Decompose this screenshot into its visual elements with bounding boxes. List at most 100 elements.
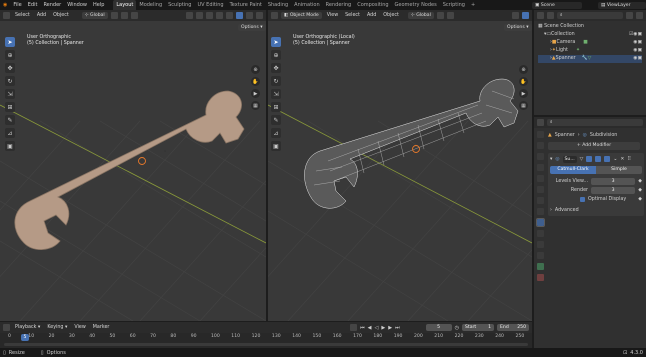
move-tool-icon[interactable]: ✥ bbox=[5, 63, 15, 73]
ortho-toggle-icon[interactable]: ▦ bbox=[251, 101, 260, 110]
render-icon[interactable] bbox=[604, 156, 611, 162]
play-icon[interactable]: ▶ bbox=[381, 325, 385, 331]
new-collection-icon[interactable] bbox=[636, 12, 643, 19]
display-mode-icon[interactable] bbox=[547, 12, 554, 19]
rendered-shading-icon[interactable] bbox=[256, 12, 263, 19]
on-cage-icon[interactable]: ▽ bbox=[580, 157, 584, 162]
menu-view[interactable]: View bbox=[72, 325, 87, 330]
editor-type-icon[interactable] bbox=[271, 12, 278, 19]
camera-render-icon[interactable]: ▣ bbox=[637, 55, 642, 63]
jump-start-icon[interactable]: ⏮ bbox=[360, 325, 365, 331]
view-layer-tab-icon[interactable] bbox=[537, 164, 544, 171]
wrench-solid[interactable] bbox=[0, 21, 266, 321]
camera-view-icon[interactable]: ▶ bbox=[251, 89, 260, 98]
keyframe-icon[interactable]: ◆ bbox=[638, 197, 642, 202]
tab-layout[interactable]: Layout bbox=[113, 0, 137, 10]
measure-tool-icon[interactable]: ⊿ bbox=[5, 128, 15, 138]
add-workspace-button[interactable]: + bbox=[468, 0, 478, 10]
add-modifier-button[interactable]: + Add Modifier bbox=[548, 142, 640, 150]
editmode-icon[interactable] bbox=[586, 156, 593, 162]
record-icon[interactable] bbox=[350, 324, 358, 331]
collection-row[interactable]: ▾ ▭ Collection ☑ ◉ ▣ bbox=[538, 31, 642, 39]
overlay-icon[interactable] bbox=[206, 12, 213, 19]
tab-sculpting[interactable]: Sculpting bbox=[165, 0, 194, 10]
xray-icon[interactable] bbox=[216, 12, 223, 19]
end-frame-field[interactable]: End 250 bbox=[497, 324, 529, 331]
outliner-item-camera[interactable]: › ■ Camera ■ ◉ ▣ bbox=[538, 39, 642, 47]
modifier-tab-icon[interactable] bbox=[536, 218, 545, 227]
tab-geometry-nodes[interactable]: Geometry Nodes bbox=[392, 0, 440, 10]
tab-scripting[interactable]: Scripting bbox=[440, 0, 468, 10]
keyframe-icon[interactable]: ◆ bbox=[638, 179, 642, 184]
physics-tab-icon[interactable] bbox=[537, 241, 544, 248]
tab-compositing[interactable]: Compositing bbox=[354, 0, 391, 10]
timeline-scrollbar[interactable] bbox=[4, 343, 528, 346]
world-tab-icon[interactable] bbox=[537, 186, 544, 193]
play-reverse-icon[interactable]: ◁ bbox=[375, 325, 379, 331]
tool-tab-icon[interactable] bbox=[537, 131, 544, 138]
menu-playback[interactable]: Playback ▾ bbox=[13, 325, 42, 330]
advanced-subpanel[interactable]: › Advanced bbox=[550, 206, 642, 214]
optimal-display-row[interactable]: Optimal Display ◆ bbox=[550, 195, 642, 203]
menu-file[interactable]: File bbox=[10, 0, 24, 10]
transform-tool-icon[interactable]: ⊞ bbox=[5, 102, 15, 112]
options-button[interactable]: Options ▾ bbox=[238, 24, 266, 31]
editor-type-icon[interactable] bbox=[537, 119, 544, 126]
menu-select[interactable]: Select bbox=[343, 13, 362, 18]
menu-edit[interactable]: Edit bbox=[25, 0, 41, 10]
method-simple[interactable]: Simple bbox=[596, 166, 642, 174]
tab-rendering[interactable]: Rendering bbox=[323, 0, 355, 10]
menu-add[interactable]: Add bbox=[365, 13, 378, 18]
scene-selector[interactable]: ▣ Scene bbox=[532, 1, 582, 9]
move-tool-icon[interactable]: ✥ bbox=[271, 63, 281, 73]
add-cube-tool-icon[interactable]: ▣ bbox=[271, 141, 281, 151]
collapse-icon[interactable]: ▾ bbox=[550, 157, 552, 162]
scene-tab-icon[interactable] bbox=[537, 175, 544, 182]
pivot-icon[interactable] bbox=[436, 12, 444, 19]
annotate-tool-icon[interactable]: ✎ bbox=[271, 115, 281, 125]
material-tab-icon[interactable] bbox=[537, 274, 544, 281]
dropdown-icon[interactable]: ⌄ bbox=[613, 157, 617, 162]
proportional-icon[interactable] bbox=[130, 12, 138, 19]
mode-dropdown[interactable]: ◧ Object Mode bbox=[281, 12, 322, 19]
tab-uv-editing[interactable]: UV Editing bbox=[194, 0, 226, 10]
hand-pan-icon[interactable]: ✋ bbox=[251, 77, 260, 86]
snap-icon[interactable] bbox=[446, 12, 454, 19]
modifier-name-field[interactable]: Su... bbox=[562, 155, 577, 163]
output-tab-icon[interactable] bbox=[537, 153, 544, 160]
tab-animation[interactable]: Animation bbox=[291, 0, 323, 10]
orientation-dropdown[interactable]: ⊹ Global bbox=[407, 12, 434, 19]
object-tab-icon[interactable] bbox=[537, 208, 544, 215]
ortho-toggle-icon[interactable]: ▦ bbox=[519, 101, 528, 110]
wireframe-shading-icon[interactable] bbox=[226, 12, 233, 19]
menu-help[interactable]: Help bbox=[90, 0, 107, 10]
drag-handle-icon[interactable]: ⠿ bbox=[627, 157, 631, 162]
data-tab-icon[interactable] bbox=[537, 263, 544, 270]
transform-tool-icon[interactable]: ⊞ bbox=[271, 102, 281, 112]
properties-search-input[interactable]: ⌕ bbox=[547, 119, 643, 126]
material-shading-icon[interactable] bbox=[246, 12, 253, 19]
scene-collection-row[interactable]: ▦ Scene Collection bbox=[538, 23, 642, 31]
menu-render[interactable]: Render bbox=[40, 0, 64, 10]
measure-tool-icon[interactable]: ⊿ bbox=[271, 128, 281, 138]
scale-tool-icon[interactable]: ⇲ bbox=[5, 89, 15, 99]
editor-type-icon[interactable] bbox=[3, 12, 10, 19]
add-cube-tool-icon[interactable]: ▣ bbox=[5, 141, 15, 151]
cursor-tool-icon[interactable]: ⊕ bbox=[5, 50, 15, 60]
levels-viewport-field[interactable]: 3 bbox=[591, 177, 636, 185]
stopwatch-icon[interactable]: ◷ bbox=[455, 325, 459, 331]
cursor-tool-icon[interactable]: ⊕ bbox=[271, 50, 281, 60]
select-tool-icon[interactable]: ➤ bbox=[271, 37, 281, 47]
outliner-item-spanner[interactable]: › ▲ Spanner 🔧 ▽ ◉ ▣ bbox=[538, 55, 642, 63]
playhead[interactable]: 5 bbox=[21, 334, 29, 341]
editor-type-icon[interactable] bbox=[3, 324, 10, 331]
checkbox-icon[interactable] bbox=[580, 196, 585, 202]
method-catmull-clark[interactable]: Catmull-Clark bbox=[550, 166, 596, 174]
close-icon[interactable]: ✕ bbox=[620, 157, 624, 162]
orientation-dropdown[interactable]: ⊹ Global bbox=[81, 12, 108, 19]
outliner-item-light[interactable]: › ✦ Light ✦ ◉ ▣ bbox=[538, 47, 642, 55]
wrench-wireframe[interactable] bbox=[268, 21, 532, 321]
camera-render-icon[interactable]: ▣ bbox=[637, 31, 642, 39]
camera-render-icon[interactable]: ▣ bbox=[637, 39, 642, 47]
editor-type-icon[interactable] bbox=[537, 12, 544, 19]
